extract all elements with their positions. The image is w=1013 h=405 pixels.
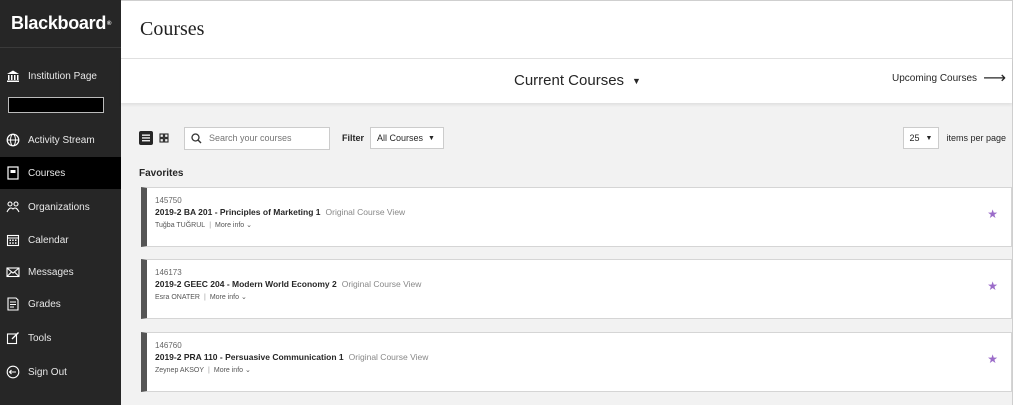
sidebar-item-activity-stream[interactable]: Activity Stream [0, 124, 121, 156]
search-icon [191, 132, 202, 143]
items-per-page-value: 25 [909, 133, 920, 143]
organizations-icon [6, 200, 20, 214]
redacted-item [8, 97, 104, 113]
sidebar-item-label: Grades [28, 298, 61, 310]
course-toolbar: Filter All Courses ▼ 25 ▼ items per page [139, 125, 1006, 151]
upcoming-courses-link[interactable]: Upcoming Courses ⟶ [892, 69, 1006, 87]
separator: | [204, 294, 206, 301]
sidebar-item-label: Courses [28, 167, 66, 179]
caret-down-icon: ▼ [632, 75, 641, 86]
grid-view-icon [159, 133, 169, 143]
sidebar-item-messages[interactable]: Messages [0, 256, 121, 288]
sidebar-item-calendar[interactable]: Calendar [0, 224, 121, 256]
course-title-line: 2019-2 BA 201 - Principles of Marketing … [155, 207, 405, 217]
course-instructor: Zeynep AKSOY [155, 367, 205, 374]
items-per-page-label: items per page [946, 133, 1006, 143]
more-info-toggle[interactable]: More info ⌄ [214, 367, 251, 374]
course-instructor: Esra ONATER [155, 294, 200, 301]
sidebar: Blackboard ® Institution Page Activity St… [0, 0, 121, 405]
arrow-right-icon: ⟶ [983, 69, 1006, 87]
sidebar-item-institution-page[interactable]: Institution Page [0, 60, 121, 92]
sidebar-item-label: Tools [28, 332, 52, 344]
sidebar-item-label: Calendar [28, 234, 69, 246]
page-header: Courses [121, 1, 1012, 59]
more-info-label: More info [213, 367, 244, 374]
sidebar-item-label: Institution Page [28, 70, 97, 82]
more-info-toggle[interactable]: More info ⌄ [210, 294, 247, 301]
sidebar-item-sign-out[interactable]: Sign Out [0, 356, 121, 388]
favorites-heading: Favorites [139, 168, 184, 179]
sign-out-icon [6, 365, 20, 379]
filter-select[interactable]: All Courses ▼ [370, 127, 444, 149]
sidebar-item-label: Messages [28, 266, 74, 278]
caret-down-icon: ▼ [428, 134, 435, 142]
course-meta: Zeynep AKSOY | More info ⌄ [155, 366, 251, 374]
blackboard-logo[interactable]: Blackboard ® [0, 0, 121, 48]
course-id: 145750 [155, 196, 182, 205]
more-info-label: More info [215, 222, 245, 229]
course-title[interactable]: 2019-2 PRA 110 - Persuasive Communicatio… [155, 352, 344, 362]
filter-value: All Courses [377, 133, 424, 143]
sidebar-item-label: Sign Out [28, 366, 67, 378]
calendar-icon [6, 233, 20, 247]
upcoming-courses-label: Upcoming Courses [892, 73, 978, 84]
more-info-label: More info [209, 294, 240, 301]
filter-label: Filter [342, 133, 365, 143]
institution-icon [6, 69, 20, 83]
search-input[interactable] [209, 133, 319, 143]
globe-icon [6, 133, 20, 147]
envelope-icon [6, 265, 20, 279]
sidebar-item-organizations[interactable]: Organizations [0, 191, 121, 223]
course-instructor: Tuğba TUĞRUL [155, 222, 206, 229]
page-title: Courses [140, 18, 205, 40]
current-courses-label: Current Courses [514, 72, 625, 89]
course-card[interactable]: 145750 2019-2 BA 201 - Principles of Mar… [141, 187, 1012, 247]
grid-view-button[interactable] [157, 131, 171, 145]
course-view-type: Original Course View [325, 207, 406, 217]
course-title-line: 2019-2 PRA 110 - Persuasive Communicatio… [155, 352, 428, 362]
sidebar-item-grades[interactable]: Grades [0, 288, 121, 320]
logo-mark: ® [107, 20, 112, 27]
separator: | [208, 367, 210, 374]
course-title[interactable]: 2019-2 BA 201 - Principles of Marketing … [155, 207, 321, 217]
chevron-down-icon: ⌄ [240, 294, 247, 301]
separator: | [209, 222, 212, 229]
grades-icon [6, 297, 20, 311]
chevron-down-icon: ⌄ [245, 367, 251, 374]
favorite-star-icon[interactable]: ★ [987, 207, 998, 221]
main-content: Courses Current Courses ▼ Upcoming Cours… [121, 0, 1013, 405]
course-view-type: Original Course View [341, 279, 422, 289]
list-view-icon [142, 134, 150, 142]
courses-icon [6, 166, 20, 180]
course-search [184, 126, 330, 150]
course-title[interactable]: 2019-2 GEEC 204 - Modern World Economy 2 [155, 279, 337, 289]
course-view-type: Original Course View [348, 352, 429, 362]
current-courses-dropdown[interactable]: Current Courses ▼ [514, 72, 641, 89]
sidebar-item-tools[interactable]: Tools [0, 322, 121, 354]
items-per-page-select[interactable]: 25 ▼ [902, 127, 940, 149]
course-meta: Esra ONATER | More info ⌄ [155, 293, 247, 301]
sidebar-item-courses[interactable]: Courses [0, 157, 121, 189]
course-card[interactable]: 146173 2019-2 GEEC 204 - Modern World Ec… [141, 259, 1012, 319]
sidebar-item-label: Activity Stream [28, 134, 95, 146]
course-term-bar: Current Courses ▼ Upcoming Courses ⟶ [121, 59, 1012, 103]
course-meta: Tuğba TUĞRUL | More info ⌄ [155, 221, 252, 229]
favorite-star-icon[interactable]: ★ [987, 279, 998, 293]
caret-down-icon: ▼ [925, 134, 933, 142]
chevron-down-icon: ⌄ [246, 222, 253, 229]
course-title-line: 2019-2 GEEC 204 - Modern World Economy 2… [155, 279, 421, 289]
course-id: 146173 [155, 268, 182, 277]
course-card[interactable]: 146760 2019-2 PRA 110 - Persuasive Commu… [141, 332, 1012, 392]
tools-icon [6, 331, 20, 345]
sidebar-item-label: Organizations [28, 201, 90, 213]
course-id: 146760 [155, 341, 182, 350]
more-info-toggle[interactable]: More info ⌄ [215, 222, 252, 229]
favorite-star-icon[interactable]: ★ [987, 352, 998, 366]
list-view-button[interactable] [139, 131, 153, 145]
logo-text: Blackboard [11, 13, 107, 33]
